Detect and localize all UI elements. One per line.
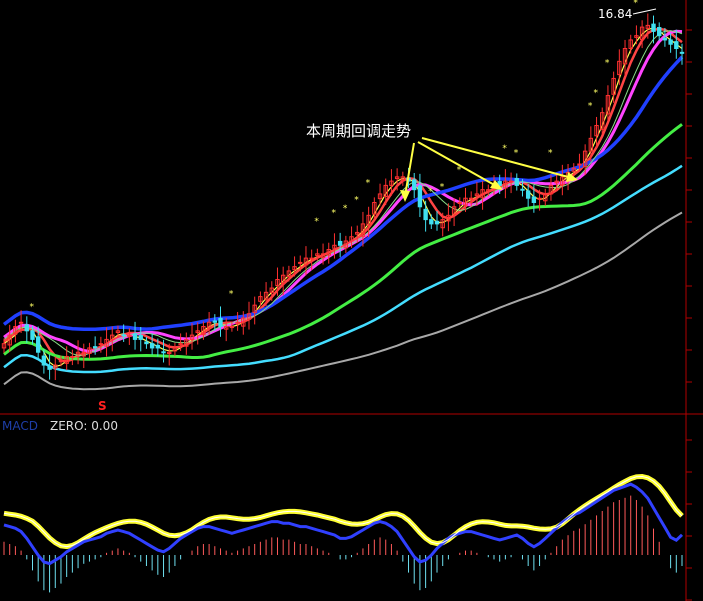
star-marker: *	[343, 204, 348, 214]
candle-body	[298, 261, 303, 264]
candle-body	[674, 41, 679, 49]
candle-body	[668, 39, 673, 45]
candle-body	[35, 336, 41, 353]
star-marker: *	[354, 196, 359, 206]
candle-body	[657, 27, 662, 37]
candle-body	[531, 196, 537, 203]
candle-body	[18, 321, 24, 324]
candle-body	[138, 335, 143, 340]
star-marker: *	[29, 302, 34, 312]
candle-body	[429, 219, 434, 225]
candle-body	[70, 356, 75, 358]
candle-body	[212, 320, 218, 323]
candle-body	[229, 326, 235, 329]
candle-body	[309, 257, 314, 260]
candle-body	[651, 23, 656, 32]
candle-body	[58, 360, 64, 363]
star-marker: *	[428, 187, 433, 197]
candle-body	[155, 344, 161, 349]
candle-body	[121, 334, 126, 337]
candle-body	[178, 343, 183, 346]
stock-chart: ****************** 本周期回调走势 16.84 S MACD …	[0, 0, 703, 601]
star-marker: *	[314, 217, 319, 227]
peak-price-label: 16.84	[598, 7, 632, 21]
candle-body	[30, 330, 35, 340]
candle-body	[434, 220, 440, 225]
candle-body	[679, 51, 685, 54]
candle-body	[161, 351, 166, 354]
candle-body	[423, 208, 428, 221]
signal-marker: S	[98, 399, 107, 413]
candle-body	[144, 341, 149, 345]
candle-body	[41, 355, 47, 366]
star-marker: *	[633, 0, 638, 9]
candle-body	[337, 240, 343, 246]
star-marker: *	[440, 183, 445, 193]
candle-body	[132, 333, 138, 340]
candle-body	[98, 343, 104, 346]
indicator-name-label: MACD	[2, 419, 38, 433]
candle-body	[520, 188, 525, 191]
candle-body	[537, 197, 542, 200]
candle-body	[525, 190, 531, 199]
candle-body	[417, 185, 423, 208]
star-marker: *	[514, 148, 519, 158]
candle-body	[457, 202, 462, 204]
candle-body	[47, 365, 52, 370]
candle-body	[662, 37, 668, 41]
candle-body	[468, 197, 474, 200]
candle-body	[92, 346, 98, 349]
star-marker: *	[229, 290, 234, 300]
star-marker: *	[548, 148, 553, 158]
star-marker: *	[588, 101, 593, 111]
star-marker: *	[605, 59, 610, 69]
star-marker: *	[594, 89, 599, 99]
candle-body	[412, 179, 417, 191]
indicator-zero-label: ZERO: 0.00	[50, 419, 118, 433]
candle-body	[508, 180, 514, 183]
candle-body	[149, 343, 155, 349]
candle-body	[24, 324, 29, 332]
candle-body	[577, 163, 582, 166]
star-marker: *	[366, 178, 371, 188]
star-marker: *	[502, 144, 507, 154]
annotation-text: 本周期回调走势	[306, 122, 411, 140]
star-marker: *	[331, 208, 336, 218]
candle-body	[218, 317, 223, 328]
candle-body	[514, 178, 519, 186]
